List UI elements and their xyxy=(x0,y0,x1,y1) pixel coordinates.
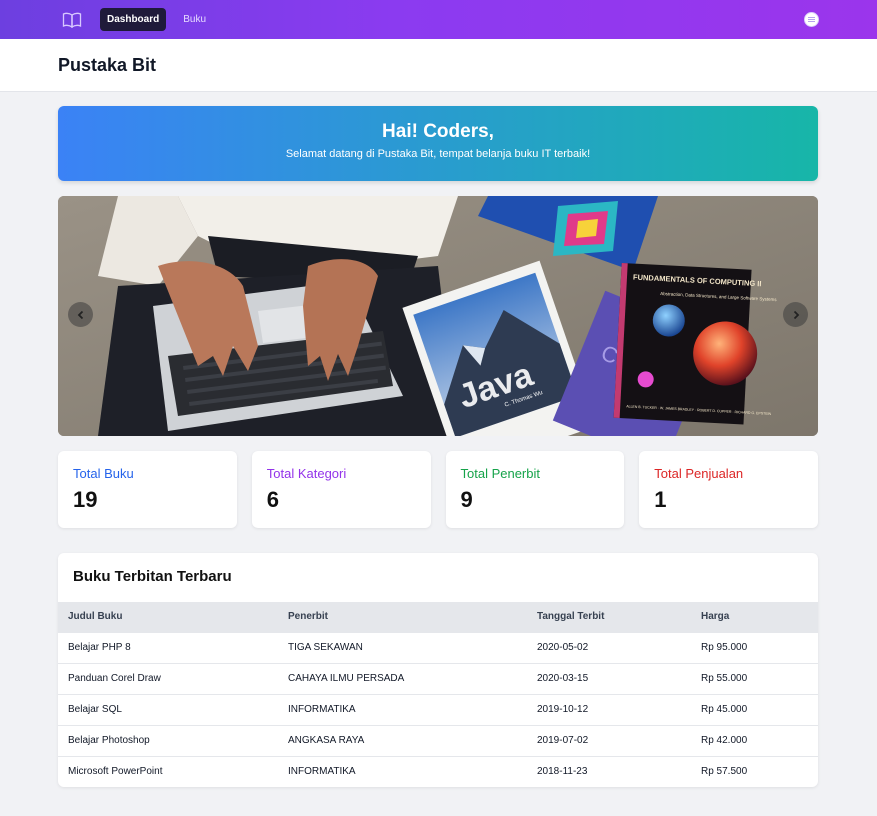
cell-harga: Rp 57.500 xyxy=(691,755,818,787)
stat-label: Total Kategori xyxy=(266,466,347,481)
page-title: Pustaka Bit xyxy=(58,54,157,75)
stat-card-total-kategori: Total Kategori 6 xyxy=(251,451,431,528)
cell-penerbit: ANGKASA RAYA xyxy=(278,724,527,756)
cell-judul: Belajar PHP 8 xyxy=(58,631,278,663)
column-header-harga: Harga xyxy=(701,611,730,623)
latest-books-card: Buku Terbitan Terbaru Judul Buku Penerbi… xyxy=(58,553,818,787)
stat-card-total-penerbit: Total Penerbit 9 xyxy=(445,451,625,528)
stat-value: 9 xyxy=(460,487,473,512)
column-header-penerbit: Penerbit xyxy=(288,611,329,623)
stat-label: Total Penerbit xyxy=(460,466,541,481)
stat-value: 1 xyxy=(654,487,667,512)
stats-row: Total Buku 19 Total Kategori 6 Total Pen… xyxy=(58,451,818,528)
cell-judul: Microsoft PowerPoint xyxy=(58,755,278,787)
cell-penerbit: TIGA SEKAWAN xyxy=(278,631,527,663)
chevron-left-icon[interactable] xyxy=(68,302,93,327)
stat-value: 19 xyxy=(73,487,98,512)
cell-tanggal: 2020-03-15 xyxy=(527,662,691,694)
welcome-subtitle: Selamat datang di Pustaka Bit, tempat be… xyxy=(285,148,591,160)
cell-harga: Rp 95.000 xyxy=(691,631,818,663)
cell-tanggal: 2019-07-02 xyxy=(527,724,691,756)
chevron-right-icon[interactable] xyxy=(783,302,808,327)
nav-dashboard[interactable]: Dashboard xyxy=(100,8,167,31)
carousel-image: Java C. Thomas Wu C++ FUNDAMENTALS OF CO… xyxy=(58,196,818,436)
cell-tanggal: 2018-11-23 xyxy=(527,755,691,787)
table-row: Panduan Corel Draw CAHAYA ILMU PERSADA 2… xyxy=(58,662,818,694)
user-avatar-icon[interactable] xyxy=(804,12,819,27)
latest-books-title: Buku Terbitan Terbaru xyxy=(73,568,232,585)
column-header-judul: Judul Buku xyxy=(68,611,123,623)
welcome-banner: Hai! Coders, Selamat datang di Pustaka B… xyxy=(58,106,818,181)
table-row: Belajar PHP 8 TIGA SEKAWAN 2020-05-02 Rp… xyxy=(58,631,818,663)
top-navbar: Dashboard Buku xyxy=(0,0,877,39)
cell-harga: Rp 42.000 xyxy=(691,724,818,756)
cell-penerbit: INFORMATIKA xyxy=(278,693,527,725)
cell-harga: Rp 55.000 xyxy=(691,662,818,694)
column-header-tanggal: Tanggal Terbit xyxy=(537,611,605,623)
cell-penerbit: INFORMATIKA xyxy=(278,755,527,787)
stat-value: 6 xyxy=(266,487,279,512)
stat-label: Total Buku xyxy=(73,466,134,481)
cell-tanggal: 2019-10-12 xyxy=(527,693,691,725)
table-row: Microsoft PowerPoint INFORMATIKA 2018-11… xyxy=(58,755,818,787)
cell-judul: Belajar Photoshop xyxy=(58,724,278,756)
main-content: Hai! Coders, Selamat datang di Pustaka B… xyxy=(0,92,877,787)
table-header-row: Judul Buku Penerbit Tanggal Terbit Harga xyxy=(58,602,818,632)
image-carousel[interactable]: Java C. Thomas Wu C++ FUNDAMENTALS OF CO… xyxy=(58,196,818,436)
table-row: Belajar SQL INFORMATIKA 2019-10-12 Rp 45… xyxy=(58,693,818,725)
page-header: Pustaka Bit xyxy=(0,39,877,92)
latest-books-table: Judul Buku Penerbit Tanggal Terbit Harga… xyxy=(58,602,818,787)
cell-tanggal: 2020-05-02 xyxy=(527,631,691,663)
nav-buku[interactable]: Buku xyxy=(176,8,213,31)
stat-card-total-penjualan: Total Penjualan 1 xyxy=(639,451,818,528)
cell-harga: Rp 45.000 xyxy=(691,693,818,725)
table-row: Belajar Photoshop ANGKASA RAYA 2019-07-0… xyxy=(58,724,818,756)
stat-card-total-buku: Total Buku 19 xyxy=(58,451,237,528)
cell-judul: Belajar SQL xyxy=(58,693,278,725)
cell-penerbit: CAHAYA ILMU PERSADA xyxy=(278,662,527,694)
open-book-icon[interactable] xyxy=(62,10,82,30)
stat-label: Total Penjualan xyxy=(654,466,744,481)
welcome-title: Hai! Coders, xyxy=(382,121,494,142)
cell-judul: Panduan Corel Draw xyxy=(58,662,278,694)
